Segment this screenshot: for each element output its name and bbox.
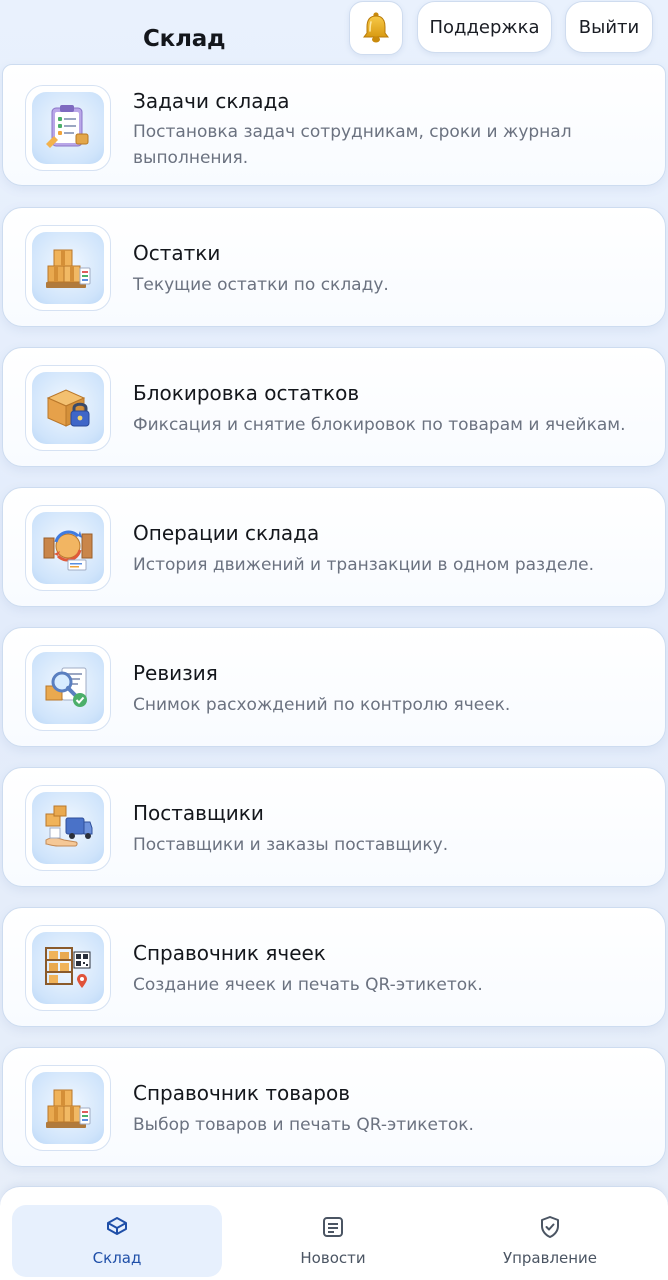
nav-item-management[interactable]: Управление: [445, 1205, 655, 1277]
card-description: Создание ячеек и печать QR-этикеток.: [133, 975, 483, 995]
card-title: Остатки: [133, 241, 221, 265]
card-title: Операции склада: [133, 521, 320, 545]
page-title: Склад: [143, 26, 226, 52]
card-description: Выбор товаров и печать QR-этикеток.: [133, 1115, 474, 1135]
boxes-pallet-icon: [46, 249, 91, 288]
warehouse-box-icon: [107, 1217, 127, 1235]
card-title: Блокировка остатков: [133, 381, 360, 405]
card-suppliers[interactable]: Поставщики Поставщики и заказы поставщик…: [2, 767, 666, 887]
card-title: Справочник ячеек: [133, 941, 326, 965]
card-warehouse-operations[interactable]: Операции склада История движений и транз…: [2, 487, 666, 607]
logout-button[interactable]: Выйти: [565, 1, 653, 53]
boxes-pallet-icon: [46, 1089, 91, 1128]
card-warehouse-tasks[interactable]: Задачи склада Постановка задач сотрудник…: [2, 64, 666, 186]
nav-label: Управление: [502, 1249, 598, 1267]
card-stock[interactable]: Остатки Текущие остатки по складу.: [2, 207, 666, 327]
support-button[interactable]: Поддержка: [417, 1, 552, 53]
card-title: Справочник товаров: [133, 1081, 350, 1105]
supplier-truck-icon: [45, 805, 93, 847]
card-description: Текущие остатки по складу.: [133, 275, 389, 295]
bottom-navigation: Склад Новости Управление: [0, 1186, 668, 1280]
card-description: Снимок расхождений по контролю ячеек.: [133, 695, 511, 715]
bell-icon: [363, 12, 389, 43]
card-stock-lock[interactable]: Блокировка остатков Фиксация и снятие бл…: [2, 347, 666, 467]
card-icon-frame: [25, 785, 111, 871]
card-title: Ревизия: [133, 661, 218, 685]
operations-cycle-icon: [43, 530, 93, 571]
app-header: Склад Поддержка Выйти: [0, 0, 668, 66]
card-title: Задачи склада: [133, 89, 290, 113]
nav-item-warehouse[interactable]: Склад: [12, 1205, 222, 1277]
news-icon: [323, 1217, 343, 1237]
card-products-directory[interactable]: Справочник товаров Выбор товаров и печат…: [2, 1047, 666, 1167]
card-description: Поставщики и заказы поставщику.: [133, 835, 449, 855]
card-description: Постановка задач сотрудникам, сроки и жу…: [133, 122, 572, 168]
nav-label: Новости: [300, 1249, 366, 1267]
box-lock-icon: [46, 389, 90, 427]
card-description: История движений и транзакции в одном ра…: [133, 555, 595, 575]
card-icon-frame: [25, 645, 111, 731]
card-title: Поставщики: [133, 801, 264, 825]
card-icon-frame: [25, 225, 111, 311]
nav-item-news[interactable]: Новости: [228, 1205, 438, 1277]
card-description: Фиксация и снятие блокировок по товарам …: [133, 415, 626, 435]
card-audit[interactable]: Ревизия Снимок расхождений по контролю я…: [2, 627, 666, 747]
card-icon-frame: [25, 85, 111, 171]
nav-label: Склад: [92, 1249, 142, 1267]
audit-magnifier-icon: [45, 667, 87, 707]
card-icon-frame: [25, 1065, 111, 1151]
card-icon-frame: [25, 365, 111, 451]
card-cells-directory[interactable]: Справочник ячеек Создание ячеек и печать…: [2, 907, 666, 1027]
notifications-button[interactable]: [349, 1, 403, 55]
card-icon-frame: [25, 505, 111, 591]
shelf-qr-icon: [45, 947, 91, 988]
clipboard-tasks-icon: [46, 105, 89, 148]
card-icon-frame: [25, 925, 111, 1011]
shield-check-icon: [541, 1216, 559, 1238]
